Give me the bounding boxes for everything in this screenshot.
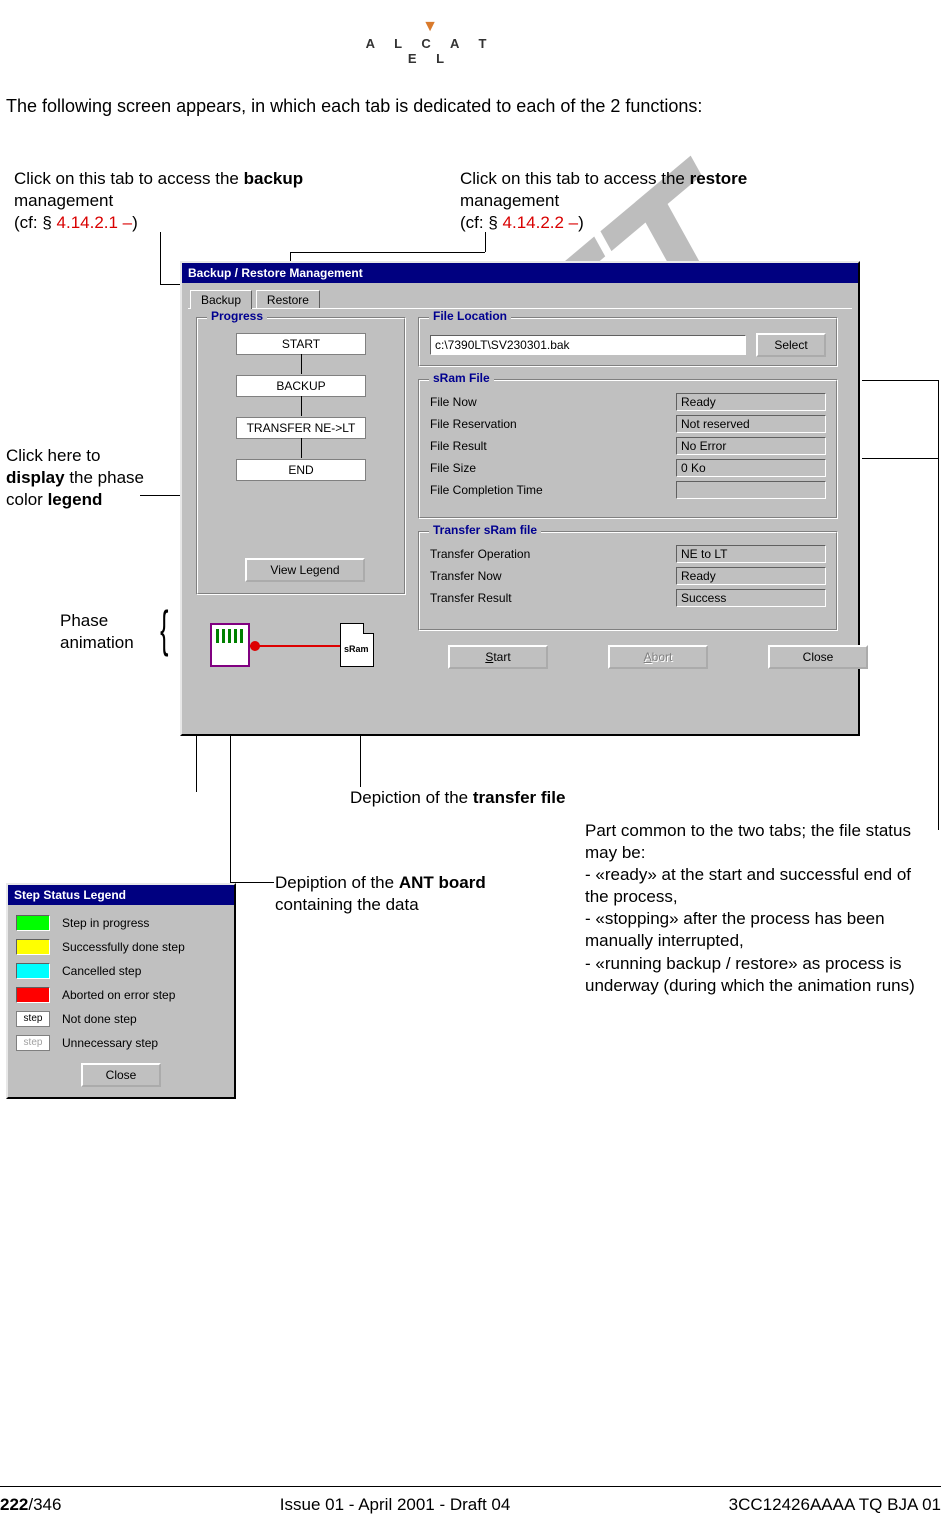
connector-line bbox=[862, 458, 938, 459]
callout-transfer-file: Depiction of the transfer file bbox=[350, 787, 565, 809]
connector-line bbox=[230, 882, 274, 883]
intro-text: The following screen appears, in which e… bbox=[6, 96, 702, 117]
legend-row: Cancelled step bbox=[16, 959, 226, 983]
sram-file-group: sRam File File NowReady File Reservation… bbox=[418, 379, 838, 519]
legend-titlebar: Step Status Legend bbox=[8, 885, 234, 905]
tab-restore[interactable]: Restore bbox=[256, 290, 320, 309]
legend-label: Successfully done step bbox=[62, 940, 185, 954]
progress-title: Progress bbox=[207, 309, 267, 323]
connector-line bbox=[485, 232, 486, 252]
callout-phase-anim: Phase animation bbox=[60, 610, 170, 654]
field-row: File Completion Time bbox=[420, 479, 836, 501]
progress-step: TRANSFER NE->LT bbox=[236, 417, 366, 439]
transfer-dot-icon bbox=[250, 641, 260, 651]
sram-title: sRam File bbox=[429, 371, 494, 385]
close-button[interactable]: Close bbox=[768, 645, 868, 669]
progress-step: START bbox=[236, 333, 366, 355]
progress-step: END bbox=[236, 459, 366, 481]
brace-icon: { bbox=[160, 600, 168, 658]
progress-group: Progress START BACKUP TRANSFER NE->LT EN… bbox=[196, 317, 406, 595]
legend-row: Successfully done step bbox=[16, 935, 226, 959]
legend-swatch bbox=[16, 939, 50, 955]
legend-label: Step in progress bbox=[62, 916, 149, 930]
legend-swatch bbox=[16, 963, 50, 979]
connector-line bbox=[938, 380, 939, 830]
transfer-title: Transfer sRam file bbox=[429, 523, 541, 537]
legend-stepbox: step bbox=[16, 1035, 50, 1051]
legend-row: step Not done step bbox=[16, 1007, 226, 1031]
field-row: Transfer ResultSuccess bbox=[420, 587, 836, 609]
phase-animation: sRam bbox=[210, 617, 400, 673]
legend-swatch bbox=[16, 915, 50, 931]
field-row: File ResultNo Error bbox=[420, 435, 836, 457]
view-legend-button[interactable]: View Legend bbox=[245, 558, 365, 582]
transfer-line-icon bbox=[250, 645, 340, 647]
legend-swatch bbox=[16, 987, 50, 1003]
connector-line bbox=[290, 252, 485, 253]
ant-board-icon bbox=[210, 623, 250, 667]
field-row: File NowReady bbox=[420, 391, 836, 413]
window-titlebar: Backup / Restore Management bbox=[182, 263, 858, 283]
field-row: Transfer NowReady bbox=[420, 565, 836, 587]
legend-row: Aborted on error step bbox=[16, 983, 226, 1007]
callout-ant-board: Depiption of the ANT board containing th… bbox=[275, 872, 495, 916]
callout-common-part: Part common to the two tabs; the file st… bbox=[585, 820, 935, 997]
file-location-title: File Location bbox=[429, 309, 511, 323]
abort-button[interactable]: Abort bbox=[608, 645, 708, 669]
tab-backup[interactable]: Backup bbox=[190, 290, 252, 309]
connector-line bbox=[862, 380, 938, 381]
transfer-file-icon: sRam bbox=[340, 623, 374, 667]
start-button[interactable]: Start bbox=[448, 645, 548, 669]
legend-row: step Unnecessary step bbox=[16, 1031, 226, 1055]
connector-line bbox=[160, 232, 161, 284]
file-location-group: File Location c:\7390LT\SV230301.bak Sel… bbox=[418, 317, 838, 367]
legend-label: Cancelled step bbox=[62, 964, 141, 978]
legend-label: Aborted on error step bbox=[62, 988, 175, 1002]
step-status-legend-window: Step Status Legend Step in progress Succe… bbox=[6, 883, 236, 1099]
progress-step: BACKUP bbox=[236, 375, 366, 397]
page-footer: 222/346 Issue 01 - April 2001 - Draft 04… bbox=[0, 1486, 941, 1515]
callout-restore-tab: Click on this tab to access the restore … bbox=[460, 168, 760, 234]
brand-logo: ▼ A L C A T E L bbox=[365, 18, 495, 66]
callout-view-legend: Click here to display the phase color le… bbox=[6, 445, 146, 511]
select-button[interactable]: Select bbox=[756, 333, 826, 357]
legend-label: Not done step bbox=[62, 1012, 137, 1026]
field-row: File ReservationNot reserved bbox=[420, 413, 836, 435]
legend-row: Step in progress bbox=[16, 911, 226, 935]
field-row: Transfer OperationNE to LT bbox=[420, 543, 836, 565]
legend-label: Unnecessary step bbox=[62, 1036, 158, 1050]
backup-restore-window: Backup / Restore Management Backup Resto… bbox=[180, 261, 860, 736]
file-location-input[interactable]: c:\7390LT\SV230301.bak bbox=[430, 335, 746, 355]
transfer-group: Transfer sRam file Transfer OperationNE … bbox=[418, 531, 838, 631]
field-row: File Size0 Ko bbox=[420, 457, 836, 479]
legend-stepbox: step bbox=[16, 1011, 50, 1027]
callout-backup-tab: Click on this tab to access the backup m… bbox=[14, 168, 314, 234]
legend-close-button[interactable]: Close bbox=[81, 1063, 161, 1087]
